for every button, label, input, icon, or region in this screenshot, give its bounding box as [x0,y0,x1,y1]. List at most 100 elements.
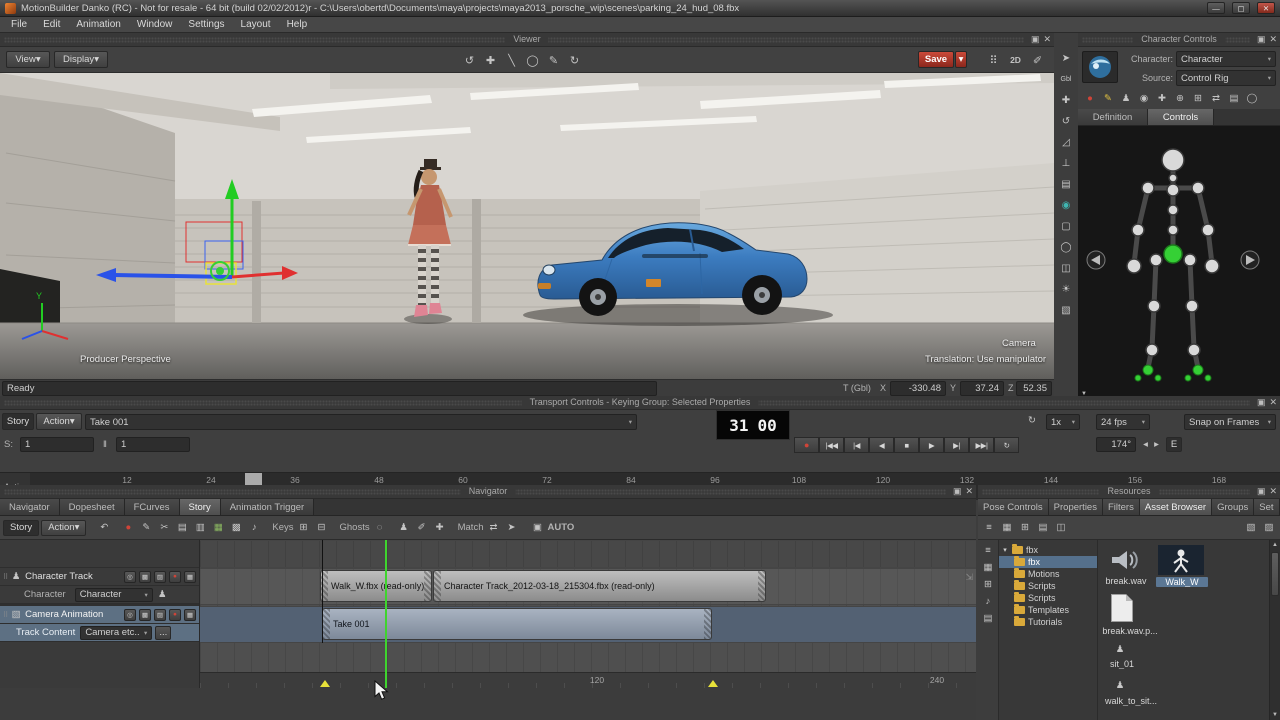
record-button[interactable]: ● [794,437,819,453]
story-clip-area[interactable]: Walk_W.fbx (read-only) Character Track_2… [200,540,976,688]
play-button[interactable]: ▶ [919,437,944,453]
panel-close-icon[interactable]: ✕ [965,485,973,498]
save-button[interactable]: Save [918,51,954,68]
menu-window[interactable]: Window [129,18,181,31]
panel-pin-icon[interactable]: ▣ [1257,396,1266,409]
left-foot-effector[interactable] [1143,365,1153,375]
story-record-icon[interactable]: ● [120,520,136,535]
body-part-icon[interactable]: ◉ [1136,91,1152,106]
z-value-field[interactable]: 52.35 [1016,381,1052,396]
story-ruler[interactable]: 120 240 [200,672,976,688]
viewport-3d[interactable]: Y Producer Perspective Camera Translatio… [0,73,1054,379]
tab-asset-browser[interactable]: Asset Browser [1140,499,1212,515]
track-lock-toggle[interactable]: ▦ [184,609,196,621]
asset-thumb-sit[interactable]: ♟ [1112,642,1128,657]
menu-animation[interactable]: Animation [68,18,128,31]
head-effector[interactable] [1162,149,1184,171]
display-menu-button[interactable]: Display▾ [54,51,108,68]
key-add-icon[interactable]: ⊞ [296,520,312,535]
sphere-primitive-icon[interactable]: ◯ [1056,237,1076,257]
scroll-down-icon[interactable]: ▼ [1270,710,1280,720]
right-foot-effector[interactable] [1193,365,1203,375]
go-to-start-button[interactable]: |◀◀ [819,437,844,453]
key-delete-icon[interactable]: ⊟ [314,520,330,535]
story-mode-button[interactable]: Story [2,413,34,430]
asset-thumb-walk-to-sit[interactable]: ♟ [1112,678,1128,693]
snap-select[interactable]: Snap on Frames▾ [1184,414,1276,430]
aux-effector-icon[interactable]: ⊞ [1190,91,1206,106]
asset-thumb-walk-w[interactable] [1158,545,1204,578]
detail-view-icon[interactable]: ⊞ [1017,520,1033,535]
ghost-toggle-icon[interactable]: ◌ [372,520,388,535]
list-view-icon[interactable]: ≡ [981,520,997,535]
stance-icon[interactable]: ◯ [1244,91,1260,106]
menu-edit[interactable]: Edit [35,18,68,31]
character-rig-view[interactable]: ▲ ▼ [1078,126,1280,396]
track-row-camera[interactable]: ⠿ ▧ Camera Animation ◎ ▩ ▨ ● ▦ [0,606,199,624]
strip-list-icon[interactable]: ≡ [980,543,996,558]
ik-mode-icon[interactable]: ⊕ [1172,91,1188,106]
light-icon[interactable]: ☀ [1056,279,1076,299]
tree-item-templates[interactable]: Templates [999,604,1097,616]
asset-label[interactable]: break.wav.p... [1098,626,1162,636]
menu-help[interactable]: Help [279,18,316,31]
tab-properties[interactable]: Properties [1049,499,1103,515]
scroll-up-icon[interactable]: ▲ [1270,540,1280,550]
normal-axis-icon[interactable]: ⊥ [1056,153,1076,173]
asset-label[interactable]: sit_01 [1098,659,1146,669]
expander-icon[interactable]: ▾ [1001,546,1009,554]
tab-pose-controls[interactable]: Pose Controls [978,499,1049,515]
tab-filters[interactable]: Filters [1103,499,1140,515]
menu-layout[interactable]: Layout [233,18,279,31]
story-playhead[interactable] [385,540,387,688]
shaded-mode-icon[interactable]: ◉ [1056,195,1076,215]
source-select[interactable]: Control Rig▾ [1176,70,1276,86]
end-frame-field[interactable]: 1 [116,437,190,452]
browse-button[interactable]: ... [155,626,171,640]
tab-animation-trigger[interactable]: Animation Trigger [221,499,314,515]
panel-pin-icon[interactable]: ▣ [1257,485,1266,498]
menu-settings[interactable]: Settings [180,18,232,31]
track-content-select[interactable]: Camera etc...▾ [80,626,152,640]
fk-mode-icon[interactable]: ✚ [1154,91,1170,106]
tree-item-fbx-root[interactable]: ▾ fbx [999,544,1097,556]
selection-ring-icon[interactable]: ◯ [523,51,542,69]
track-record-toggle[interactable]: ● [169,609,181,621]
track-lock-toggle[interactable]: ▦ [184,571,196,583]
close-button[interactable]: ✕ [1257,2,1275,14]
strip-thumbs-icon[interactable]: ▦ [980,560,996,575]
spin-right-icon[interactable]: ▸ [1151,437,1162,452]
story-mode-chip[interactable]: Story [3,520,39,536]
end-toggle-button[interactable]: E [1166,437,1182,452]
clip-take[interactable]: Take 001 [322,608,712,640]
cursor-select-icon[interactable]: ➤ [1056,48,1076,68]
panel-close-icon[interactable]: ✕ [1043,33,1051,46]
full-body-icon[interactable]: ♟ [1118,91,1134,106]
tab-story[interactable]: Story [180,499,221,515]
asset-thumb-break-wav-p[interactable] [1111,594,1133,622]
thumbnail-view-icon[interactable]: ▦ [999,520,1015,535]
grid-snap-icon[interactable]: ▩ [228,520,244,535]
track-mute-toggle[interactable]: ▨ [154,571,166,583]
pose-icon[interactable]: ▤ [1226,91,1242,106]
tab-fcurves[interactable]: FCurves [125,499,180,515]
paste-clip-icon[interactable]: ▥ [192,520,208,535]
translate-tool-icon[interactable]: ✚ [1056,90,1076,110]
track-row-character[interactable]: ⠿ ♟ Character Track ◎ ▩ ▨ ● ▦ [0,568,199,586]
panel-pin-icon[interactable]: ▣ [1257,33,1266,46]
tab-groups[interactable]: Groups [1212,499,1254,515]
previous-key-button[interactable]: |◀ [844,437,869,453]
menu-file[interactable]: File [3,18,35,31]
mirror-icon[interactable]: ⇄ [1208,91,1224,106]
pencil-icon[interactable]: ✎ [138,520,154,535]
view-menu-button[interactable]: View▾ [6,51,50,68]
angle-field[interactable]: 174° [1096,437,1136,452]
zoom-camera-icon[interactable]: ╲ [502,51,521,69]
2d-mode-icon[interactable]: 2D [1006,51,1025,69]
audio-clip-icon[interactable]: ♪ [246,520,262,535]
scale-tool-icon[interactable]: ◿ [1056,132,1076,152]
y-value-field[interactable]: 37.24 [960,381,1004,396]
strip-details-icon[interactable]: ⊞ [980,577,996,592]
loop-mode-icon[interactable]: ↻ [1024,413,1040,428]
take-select[interactable]: Take 001▾ [85,414,637,430]
